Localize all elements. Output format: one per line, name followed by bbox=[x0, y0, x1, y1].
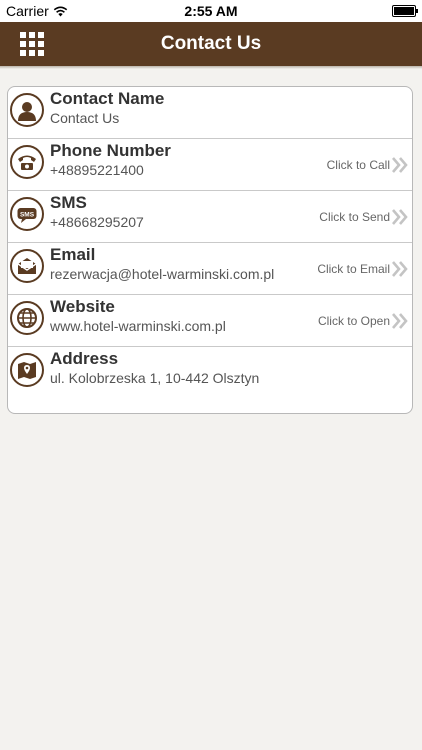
row-value: www.hotel-warminski.com.pl bbox=[50, 318, 226, 334]
call-action-label[interactable]: Click to Call bbox=[327, 158, 390, 172]
row-title: Email bbox=[50, 245, 96, 264]
status-right bbox=[392, 5, 418, 17]
email-action-label[interactable]: Click to Email bbox=[317, 262, 390, 276]
row-value: ul. Kolobrzeska 1, 10-442 Olsztyn bbox=[50, 370, 260, 386]
row-value: Contact Us bbox=[50, 110, 120, 126]
sms-icon: SMS bbox=[10, 197, 44, 231]
open-action-label[interactable]: Click to Open bbox=[318, 314, 390, 328]
clock: 2:55 AM bbox=[184, 3, 238, 19]
row-phone[interactable]: Phone Number +48895221400 Click to Call bbox=[8, 139, 412, 191]
chevron-right-icon[interactable] bbox=[392, 312, 408, 330]
page-title: Contact Us bbox=[160, 33, 262, 54]
phone-icon bbox=[10, 145, 44, 179]
row-value: rezerwacja@hotel-warminski.com.pl bbox=[50, 266, 275, 282]
person-icon bbox=[10, 93, 44, 127]
row-title: SMS bbox=[50, 193, 87, 212]
status-bar: Carrier 2:55 AM bbox=[0, 0, 422, 22]
chevron-right-icon[interactable] bbox=[392, 156, 408, 174]
row-contact-name: Contact Name Contact Us bbox=[8, 87, 412, 139]
envelope-icon bbox=[10, 249, 44, 283]
row-email[interactable]: Email rezerwacja@hotel-warminski.com.pl … bbox=[8, 243, 412, 295]
row-title: Phone Number bbox=[50, 141, 171, 160]
send-action-label[interactable]: Click to Send bbox=[319, 210, 390, 224]
nav-shadow bbox=[0, 66, 422, 69]
row-value: +48668295207 bbox=[50, 214, 144, 230]
row-title: Address bbox=[50, 349, 119, 368]
contact-card: Contact Name Contact Us Phone Number +48… bbox=[7, 86, 413, 414]
row-website[interactable]: Website www.hotel-warminski.com.pl Click… bbox=[8, 295, 412, 347]
globe-icon bbox=[10, 301, 44, 335]
chevron-right-icon[interactable] bbox=[392, 208, 408, 226]
svg-text:SMS: SMS bbox=[20, 212, 35, 219]
row-sms[interactable]: SMS SMS +48668295207 Click to Send bbox=[8, 191, 412, 243]
battery-icon bbox=[392, 5, 418, 17]
chevron-right-icon[interactable] bbox=[392, 260, 408, 278]
row-value: +48895221400 bbox=[50, 162, 144, 178]
map-pin-icon bbox=[10, 353, 44, 387]
row-title: Website bbox=[50, 297, 115, 316]
row-title: Contact Name bbox=[50, 89, 165, 108]
navigation-bar: Contact Us bbox=[0, 22, 422, 66]
row-address: Address ul. Kolobrzeska 1, 10-442 Olszty… bbox=[8, 347, 412, 413]
